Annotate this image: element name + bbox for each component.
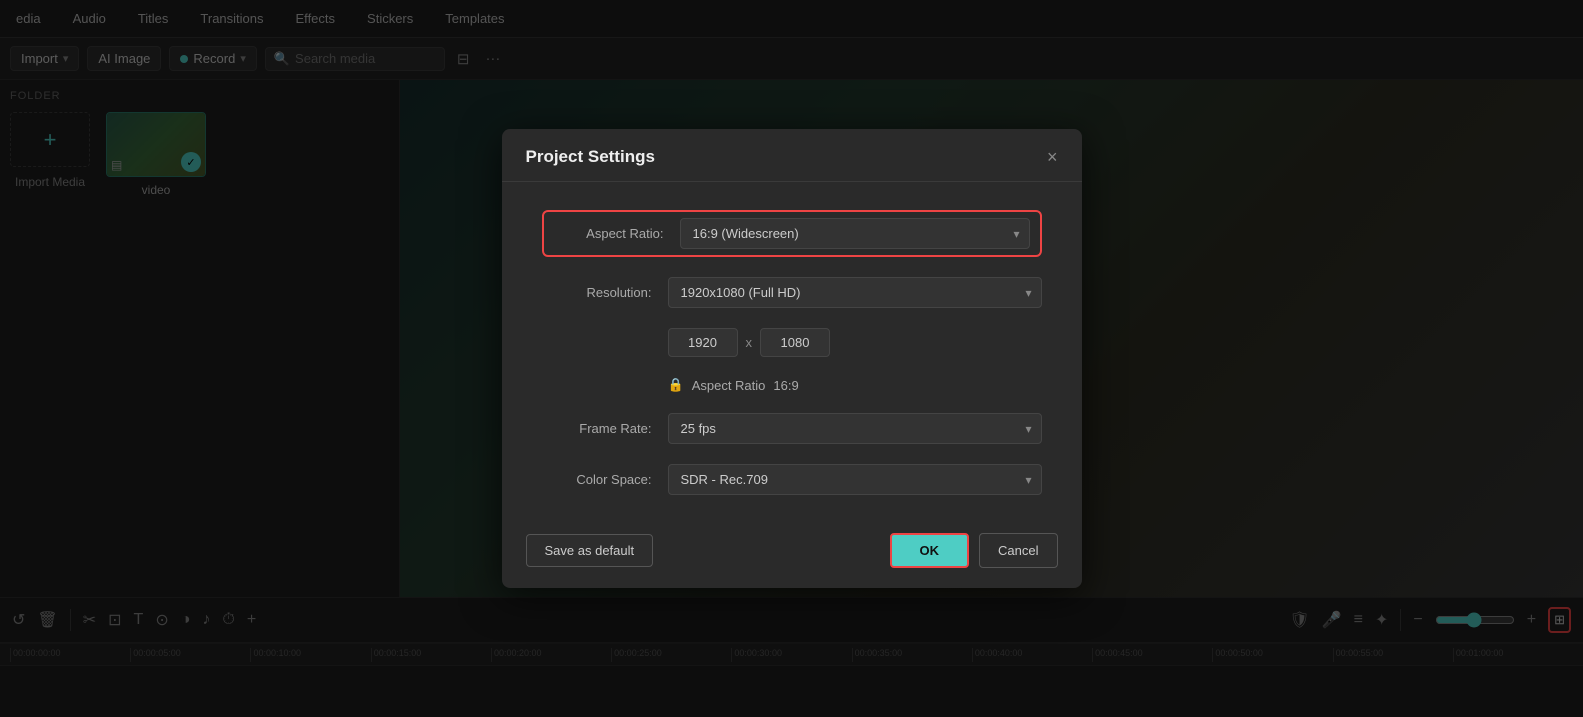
aspect-info-value: 16:9 (773, 378, 798, 393)
ok-button[interactable]: OK (890, 533, 970, 568)
color-space-row: Color Space: SDR - Rec.709 HDR - Rec.202… (542, 464, 1042, 495)
frame-rate-select-wrapper: 25 fps 24 fps 30 fps 60 fps (668, 413, 1042, 444)
resolution-select[interactable]: 1920x1080 (Full HD) 1280x720 (HD) 3840x2… (668, 277, 1042, 308)
aspect-info-row: 🔒 Aspect Ratio 16:9 (668, 377, 1042, 393)
dialog-overlay: Project Settings × Aspect Ratio: 16:9 (W… (0, 0, 1583, 717)
resolution-select-wrapper: 1920x1080 (Full HD) 1280x720 (HD) 3840x2… (668, 277, 1042, 308)
x-separator: x (746, 335, 753, 350)
resolution-label: Resolution: (542, 285, 652, 300)
dialog-header: Project Settings × (502, 129, 1082, 182)
resolution-inputs: x (668, 328, 1042, 357)
resolution-row: Resolution: 1920x1080 (Full HD) 1280x720… (542, 277, 1042, 308)
project-settings-dialog: Project Settings × Aspect Ratio: 16:9 (W… (502, 129, 1082, 588)
dialog-title: Project Settings (526, 147, 655, 167)
cancel-button[interactable]: Cancel (979, 533, 1057, 568)
lock-icon: 🔒 (668, 377, 684, 393)
save-default-button[interactable]: Save as default (526, 534, 654, 567)
dialog-close-button[interactable]: × (1047, 148, 1058, 166)
color-space-label: Color Space: (542, 472, 652, 487)
frame-rate-label: Frame Rate: (542, 421, 652, 436)
frame-rate-row: Frame Rate: 25 fps 24 fps 30 fps 60 fps (542, 413, 1042, 444)
width-input[interactable] (668, 328, 738, 357)
height-input[interactable] (760, 328, 830, 357)
color-space-select[interactable]: SDR - Rec.709 HDR - Rec.2020 SDR - Rec.6… (668, 464, 1042, 495)
dialog-footer: Save as default OK Cancel (502, 519, 1082, 588)
dialog-footer-right: OK Cancel (890, 533, 1058, 568)
color-space-select-wrapper: SDR - Rec.709 HDR - Rec.2020 SDR - Rec.6… (668, 464, 1042, 495)
dialog-body: Aspect Ratio: 16:9 (Widescreen) 4:3 1:1 … (502, 182, 1082, 519)
aspect-info-label: Aspect Ratio (692, 378, 766, 393)
frame-rate-select[interactable]: 25 fps 24 fps 30 fps 60 fps (668, 413, 1042, 444)
aspect-ratio-label: Aspect Ratio: (554, 226, 664, 241)
aspect-ratio-row: Aspect Ratio: 16:9 (Widescreen) 4:3 1:1 … (542, 210, 1042, 257)
aspect-ratio-select[interactable]: 16:9 (Widescreen) 4:3 1:1 9:16 21:9 (680, 218, 1030, 249)
aspect-ratio-select-wrapper: 16:9 (Widescreen) 4:3 1:1 9:16 21:9 (680, 218, 1030, 249)
